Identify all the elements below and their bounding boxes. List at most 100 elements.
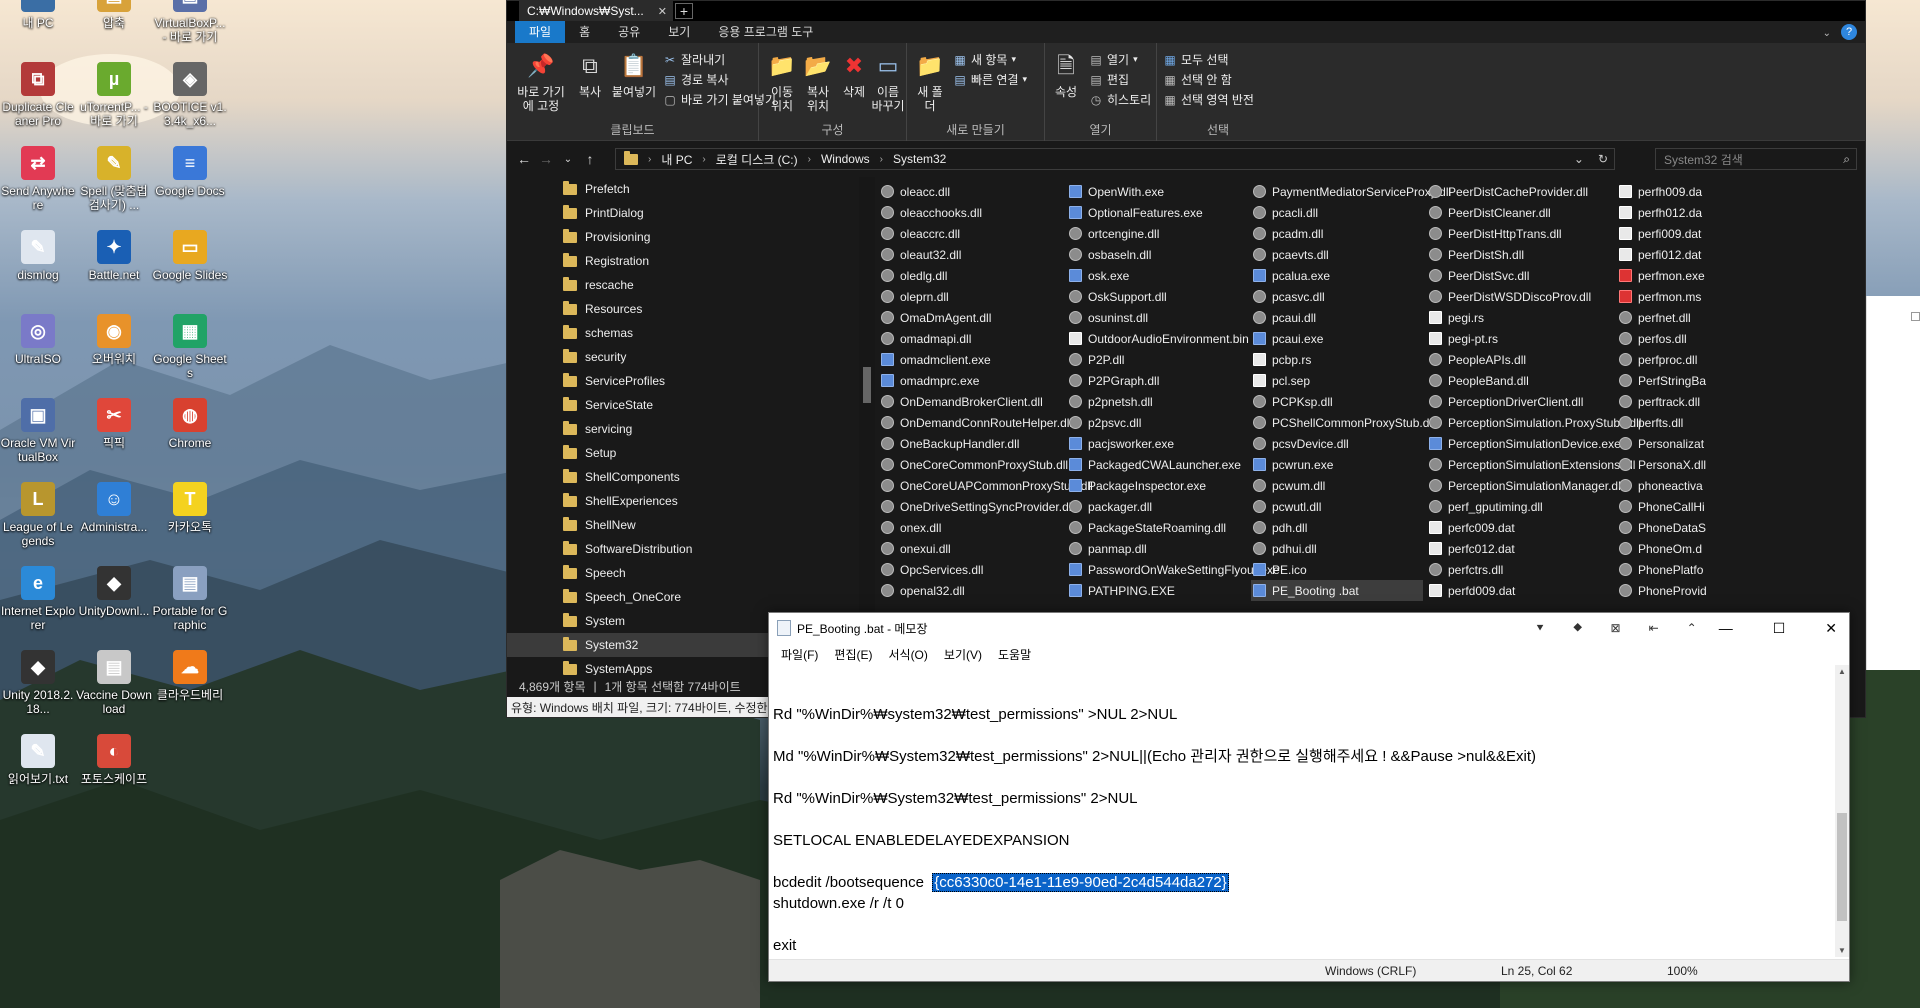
file-item[interactable]: OnDemandBrokerClient.dll (879, 391, 1059, 412)
file-item[interactable]: pcwrun.exe (1251, 454, 1423, 475)
desktop-icon[interactable]: ▭ 내 PC (0, 0, 76, 30)
help-icon[interactable]: ? (1841, 24, 1857, 40)
file-item[interactable]: PerfStringBa (1617, 370, 1706, 391)
file-item[interactable]: phoneactiva (1617, 475, 1703, 496)
tool-glyph-3[interactable]: ⊠ (1611, 621, 1621, 636)
nav-folder-item[interactable]: Provisioning (507, 225, 859, 249)
file-item[interactable]: PhonePlatfo (1617, 559, 1703, 580)
nav-folder-item[interactable]: ServiceProfiles (507, 369, 859, 393)
file-item[interactable]: pegi.rs (1427, 307, 1613, 328)
new-tab-button[interactable]: + (675, 3, 693, 19)
file-item[interactable]: PasswordOnWakeSettingFlyout.exe (1067, 559, 1280, 580)
file-item[interactable]: pegi-pt.rs (1427, 328, 1613, 349)
desktop-icon[interactable]: ☺ Administra... (76, 482, 152, 534)
file-item[interactable]: PerceptionSimulationManager.dll (1427, 475, 1623, 496)
desktop-icon[interactable]: ⇄ Send Anywhere (0, 146, 76, 212)
file-item[interactable]: OutdoorAudioEnvironment.bin (1067, 328, 1249, 349)
file-item[interactable]: ortcengine.dll (1067, 223, 1247, 244)
file-item[interactable]: onex.dll (879, 517, 1059, 538)
cut-button[interactable]: ✂ 잘라내기 (663, 51, 725, 68)
menu-file[interactable]: 파일(F) (773, 646, 826, 663)
file-item[interactable]: PerceptionSimulationExtensions.dll (1427, 454, 1635, 475)
file-item[interactable]: OneCoreUAPCommonProxyStub.dll (879, 475, 1093, 496)
ribbon-tab-file[interactable]: 파일 (515, 20, 566, 43)
file-item[interactable]: perfc012.dat (1427, 538, 1613, 559)
desktop-icon[interactable]: ✦ Battle.net (76, 230, 152, 282)
file-item[interactable]: perfmon.exe (1617, 265, 1705, 286)
nav-folder-item[interactable]: Resources (507, 297, 859, 321)
forward-arrow-icon[interactable]: → (535, 151, 557, 167)
desktop-icon[interactable]: ◉ 오버워치 (76, 314, 152, 366)
file-item[interactable]: pcaui.dll (1251, 307, 1423, 328)
desktop-icon[interactable]: ◐ 포토스케이프 (76, 734, 152, 786)
file-item[interactable]: PeerDistSvc.dll (1427, 265, 1613, 286)
file-item[interactable]: pcl.sep (1251, 370, 1423, 391)
desktop-icon[interactable]: ▦ Google Sheets (152, 314, 228, 380)
desktop-icon[interactable]: ▣ VirtualBoxP... - 바로 가기 (152, 0, 228, 44)
file-item[interactable]: PeerDistWSDDiscoProv.dll (1427, 286, 1613, 307)
menu-format[interactable]: 서식(O) (880, 646, 935, 663)
copy-button[interactable]: ⧉ 복사 (573, 51, 607, 100)
file-item[interactable]: perfh009.da (1617, 181, 1702, 202)
file-item[interactable]: omadmprc.exe (879, 370, 1059, 391)
tool-glyph-2[interactable]: ⯁ (1573, 621, 1583, 636)
scrollbar-thumb[interactable] (1837, 813, 1847, 921)
file-item[interactable]: pcadm.dll (1251, 223, 1423, 244)
file-item[interactable]: PackageStateRoaming.dll (1067, 517, 1247, 538)
file-item[interactable]: PE_Booting .bat (1251, 580, 1423, 601)
file-item[interactable]: omadmapi.dll (879, 328, 1059, 349)
file-item[interactable]: PE.ico (1251, 559, 1423, 580)
open-button[interactable]: ▤ 열기 ▾ (1089, 51, 1137, 68)
file-item[interactable]: perfos.dll (1617, 328, 1697, 349)
ribbon-tab-home[interactable]: 홈 (565, 20, 604, 43)
recent-locations-icon[interactable]: ⌄ (557, 154, 579, 165)
desktop-icon[interactable]: ◍ Chrome (152, 398, 228, 450)
tool-glyph-4[interactable]: ⇤ (1649, 621, 1659, 636)
desktop-icon[interactable]: e Internet Explorer (0, 566, 76, 632)
ribbon-collapse-icon[interactable]: ⌄ (1823, 28, 1831, 39)
file-item[interactable]: perftrack.dll (1617, 391, 1700, 412)
move-to-button[interactable]: 📁 이동 위치 (765, 51, 799, 114)
desktop-icon[interactable]: ✎ dismlog (0, 230, 76, 282)
file-item[interactable]: perfi009.dat (1617, 223, 1701, 244)
copy-path-button[interactable]: ▤ 경로 복사 (663, 71, 728, 88)
file-item[interactable]: PATHPING.EXE (1067, 580, 1247, 601)
file-item[interactable]: panmap.dll (1067, 538, 1247, 559)
notepad-scrollbar[interactable]: ▲ ▼ (1835, 665, 1849, 957)
breadcrumb-windows[interactable]: Windows (821, 152, 870, 166)
file-item[interactable]: perfproc.dll (1617, 349, 1697, 370)
nav-folder-item[interactable]: rescache (507, 273, 859, 297)
notepad-text-area[interactable]: Rd "%WinDir%₩system32₩test_permissions" … (769, 665, 1835, 957)
file-item[interactable]: PeopleAPIs.dll (1427, 349, 1613, 370)
scroll-down-icon[interactable]: ▼ (1835, 946, 1849, 955)
file-item[interactable]: pcbp.rs (1251, 349, 1423, 370)
file-item[interactable]: P2PGraph.dll (1067, 370, 1247, 391)
desktop-icon[interactable]: ≡ Google Docs (152, 146, 228, 198)
file-item[interactable]: PaymentMediatorServiceProxy.dll (1251, 181, 1451, 202)
select-all-button[interactable]: ▦ 모두 선택 (1163, 51, 1228, 68)
navigation-scrollbar[interactable] (859, 177, 875, 675)
file-item[interactable]: pcacli.dll (1251, 202, 1423, 223)
edit-button[interactable]: ▤ 편집 (1089, 71, 1129, 88)
file-item[interactable]: pcalua.exe (1251, 265, 1423, 286)
file-item[interactable]: perfctrs.dll (1427, 559, 1613, 580)
copy-to-button[interactable]: 📂 복사 위치 (801, 51, 835, 114)
nav-folder-item[interactable]: Speech (507, 561, 859, 585)
desktop-icon[interactable]: ⧉ Duplicate Cleaner Pro (0, 62, 76, 128)
file-item[interactable]: osuninst.dll (1067, 307, 1247, 328)
new-folder-button[interactable]: 📁 새 폴더 (913, 51, 947, 114)
file-item[interactable]: PhoneOm.d (1617, 538, 1702, 559)
file-item[interactable]: PerceptionSimulation.ProxyStubs.dll (1427, 412, 1641, 433)
breadcrumb-this-pc[interactable]: 내 PC (661, 151, 692, 168)
tool-glyph-1[interactable]: ⯆ (1535, 621, 1545, 636)
file-item[interactable]: P2P.dll (1067, 349, 1247, 370)
ribbon-tab-app-tools[interactable]: 응용 프로그램 도구 (704, 20, 827, 43)
nav-folder-item[interactable]: schemas (507, 321, 859, 345)
pin-to-quick-access-button[interactable]: 📌 바로 가기에 고정 (513, 51, 569, 114)
nav-folder-item[interactable]: PrintDialog (507, 201, 859, 225)
file-item[interactable]: pcwutl.dll (1251, 496, 1423, 517)
select-none-button[interactable]: ▦ 선택 안 함 (1163, 71, 1232, 88)
desktop-icon[interactable]: ▭ Google Slides (152, 230, 228, 282)
easy-access-button[interactable]: ▤ 빠른 연결 ▾ (953, 71, 1027, 88)
file-item[interactable]: osbaseln.dll (1067, 244, 1247, 265)
